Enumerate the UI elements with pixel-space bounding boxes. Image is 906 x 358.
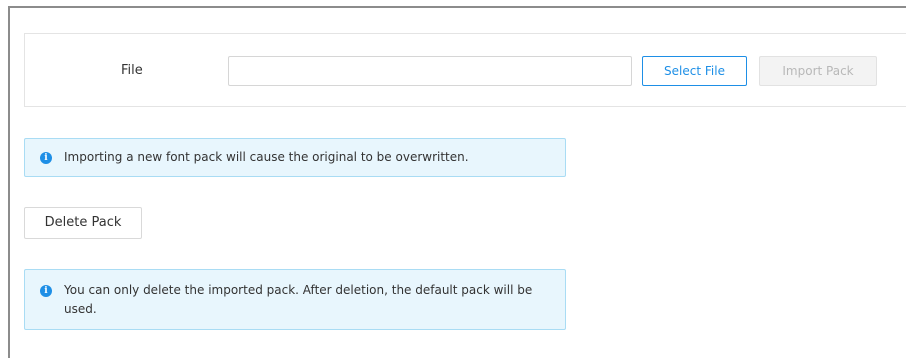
import-warning-text: Importing a new font pack will cause the… [64,150,469,164]
delete-pack-button[interactable]: Delete Pack [24,207,142,239]
import-warning-notice: i Importing a new font pack will cause t… [24,138,566,177]
file-label: File [121,63,143,78]
import-pack-button: Import Pack [759,56,877,86]
info-icon: i [40,152,52,164]
delete-info-text: You can only delete the imported pack. A… [64,283,533,316]
info-icon: i [40,285,52,297]
file-path-input[interactable] [228,56,632,86]
select-file-button[interactable]: Select File [642,56,747,86]
delete-info-notice: i You can only delete the imported pack.… [24,269,566,330]
